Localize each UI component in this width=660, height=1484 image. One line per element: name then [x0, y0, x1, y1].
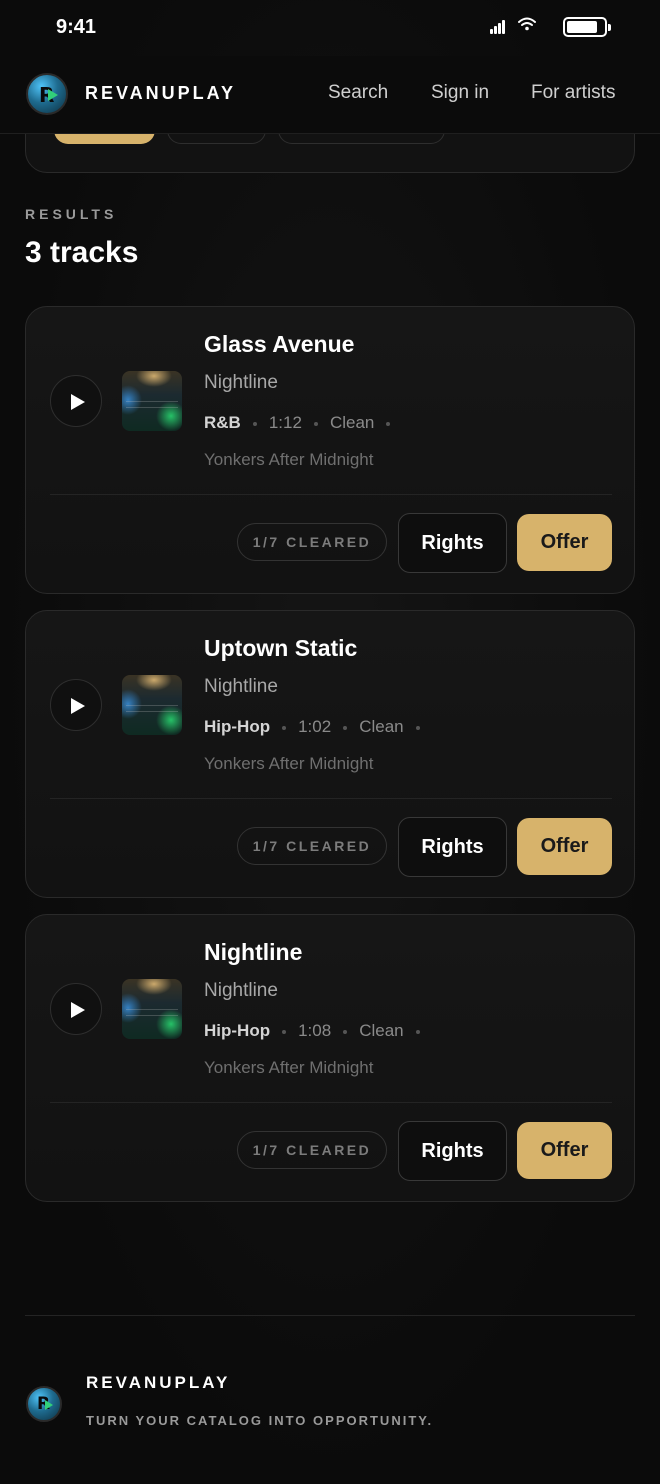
track-title[interactable]: Glass Avenue — [204, 331, 354, 358]
footer-brand: REVANUPLAY — [86, 1373, 231, 1392]
nav-search-link[interactable]: Search — [328, 82, 388, 104]
status-bar: 9:41 — [0, 0, 660, 56]
track-rating: Clean — [329, 413, 375, 432]
offer-button[interactable]: Offer — [517, 818, 612, 875]
cellular-signal-icon — [490, 18, 508, 34]
track-genre: Hip-Hop — [204, 1021, 271, 1040]
album-artwork — [122, 371, 182, 431]
status-time: 9:41 — [56, 16, 97, 38]
battery-icon — [563, 17, 611, 37]
top-navigation-bar: R REVANUPLAY Search Sign in For artists — [0, 56, 660, 134]
track-duration: 1:08 — [298, 1021, 332, 1040]
offer-button[interactable]: Offer — [517, 1122, 612, 1179]
cleared-badge: 1/7 CLEARED — [237, 523, 387, 561]
wifi-icon — [518, 17, 536, 31]
play-icon — [71, 698, 85, 714]
play-icon — [71, 394, 85, 410]
results-count: 3 tracks — [25, 236, 139, 269]
revanuplay-logo-icon[interactable]: R — [26, 73, 68, 115]
nav-sign-in-link[interactable]: Sign in — [431, 82, 489, 104]
track-album: Yonkers After Midnight — [204, 754, 374, 773]
nav-for-artists-link[interactable]: For artists — [531, 82, 615, 104]
track-card: Glass Avenue Nightline R&B 1:12 Clean Yonk… — [25, 306, 635, 594]
card-divider — [50, 494, 612, 495]
brand-name[interactable]: REVANUPLAY — [85, 83, 236, 104]
album-artwork — [122, 675, 182, 735]
track-duration: 1:02 — [298, 717, 332, 736]
rights-button[interactable]: Rights — [398, 1121, 507, 1181]
track-genre: Hip-Hop — [204, 717, 271, 736]
page: 9:41 R REVANUPLAY Search Sign in For art… — [0, 0, 660, 1484]
results-label: RESULTS — [25, 206, 118, 222]
album-artwork — [122, 979, 182, 1039]
track-meta: Hip-Hop 1:02 Clean — [204, 717, 432, 739]
play-button[interactable] — [50, 983, 102, 1035]
track-title[interactable]: Nightline — [204, 939, 302, 966]
track-duration: 1:12 — [268, 413, 302, 432]
cleared-badge: 1/7 CLEARED — [237, 827, 387, 865]
track-title[interactable]: Uptown Static — [204, 635, 357, 662]
play-button[interactable] — [50, 679, 102, 731]
footer-divider — [25, 1315, 635, 1316]
offer-button[interactable]: Offer — [517, 514, 612, 571]
track-meta: Hip-Hop 1:08 Clean — [204, 1021, 432, 1043]
track-artist: Nightline — [204, 980, 278, 1001]
rights-button[interactable]: Rights — [398, 513, 507, 573]
rights-button[interactable]: Rights — [398, 817, 507, 877]
card-divider — [50, 798, 612, 799]
track-card: Nightline Nightline Hip-Hop 1:08 Clean Yon… — [25, 914, 635, 1202]
track-album: Yonkers After Midnight — [204, 1058, 374, 1077]
track-album: Yonkers After Midnight — [204, 450, 374, 469]
play-icon — [71, 1002, 85, 1018]
track-card: Uptown Static Nightline Hip-Hop 1:02 Clean… — [25, 610, 635, 898]
track-artist: Nightline — [204, 676, 278, 697]
track-rating: Clean — [359, 717, 404, 736]
track-meta: R&B 1:12 Clean — [204, 413, 402, 435]
track-genre: R&B — [204, 413, 241, 432]
footer-logo-icon[interactable]: R — [26, 1386, 62, 1422]
cleared-badge: 1/7 CLEARED — [237, 1131, 387, 1169]
play-button[interactable] — [50, 375, 102, 427]
track-rating: Clean — [359, 1021, 404, 1040]
footer-tagline: TURN YOUR CATALOG INTO OPPORTUNITY. — [86, 1413, 434, 1428]
track-artist: Nightline — [204, 372, 278, 393]
card-divider — [50, 1102, 612, 1103]
